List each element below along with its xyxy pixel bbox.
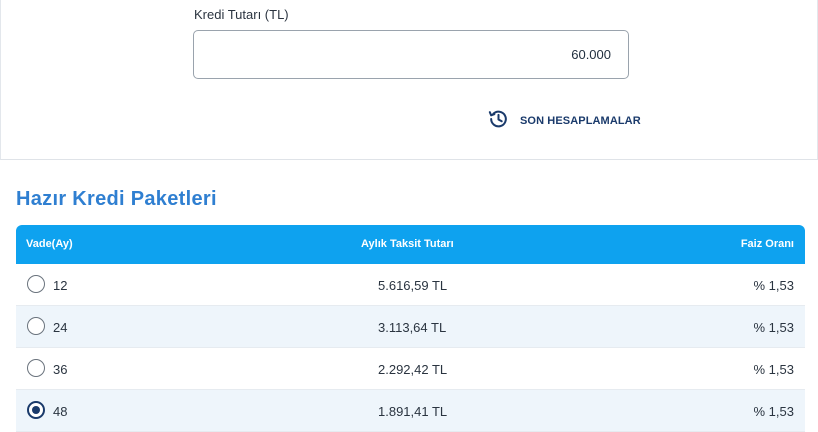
installment-value: 3.113,64 TL xyxy=(378,320,447,335)
installment-value: 1.891,41 TL xyxy=(378,404,448,419)
table-header: Vade(Ay) Aylık Taksit Tutarı Faiz Oranı xyxy=(16,225,805,264)
term-radio[interactable] xyxy=(27,359,45,377)
rate-value: % 1,53 xyxy=(753,404,794,419)
table-row[interactable]: 12 5.616,59 TL % 1,53 xyxy=(16,264,805,306)
history-clock-icon xyxy=(487,108,510,135)
term-value: 36 xyxy=(53,362,68,377)
column-header-installment: Aylık Taksit Tutarı xyxy=(361,238,454,250)
section-title: Hazır Kredi Paketleri xyxy=(16,188,217,210)
term-radio[interactable] xyxy=(27,275,45,293)
recent-calculations-label: SON HESAPLAMALAR xyxy=(520,115,641,127)
column-header-term: Vade(Ay) xyxy=(26,238,73,250)
recent-calculations-link[interactable]: SON HESAPLAMALAR xyxy=(487,110,641,132)
packages-table: Vade(Ay) Aylık Taksit Tutarı Faiz Oranı … xyxy=(16,225,805,432)
column-header-rate: Faiz Oranı xyxy=(740,238,794,250)
term-radio-selected[interactable] xyxy=(27,401,45,419)
calculator-card: Kredi Tutarı (TL) SON HESAPLAMALAR xyxy=(0,0,818,160)
rate-value: % 1,53 xyxy=(753,278,794,293)
amount-label: Kredi Tutarı (TL) xyxy=(194,7,289,22)
table-row[interactable]: 48 1.891,41 TL % 1,53 xyxy=(16,390,805,432)
installment-value: 5.616,59 TL xyxy=(378,278,448,293)
amount-input[interactable] xyxy=(193,30,629,79)
term-value: 48 xyxy=(53,404,68,419)
term-value: 24 xyxy=(53,320,68,335)
term-value: 12 xyxy=(53,278,68,293)
term-radio[interactable] xyxy=(27,317,45,335)
table-row[interactable]: 36 2.292,42 TL % 1,53 xyxy=(16,348,805,390)
rate-value: % 1,53 xyxy=(753,320,794,335)
rate-value: % 1,53 xyxy=(753,362,794,377)
table-row[interactable]: 24 3.113,64 TL % 1,53 xyxy=(16,306,805,348)
installment-value: 2.292,42 TL xyxy=(378,362,448,377)
